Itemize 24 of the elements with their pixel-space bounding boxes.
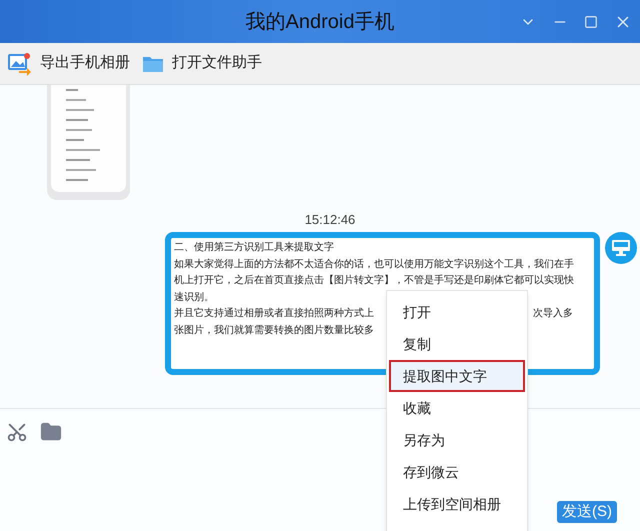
- message-text-line: 二、使用第三方识别工具来提取文字: [174, 240, 334, 255]
- menu-item[interactable]: 打开: [391, 296, 523, 328]
- menu-item[interactable]: 另存为: [391, 424, 523, 456]
- timestamp: 15:12:46: [304, 211, 356, 229]
- message-text-line: 次导入多: [533, 306, 574, 321]
- scissors-icon[interactable]: [6, 421, 28, 443]
- message-text-line: 并且它支持通过相册或者直接拍照两种方式上: [174, 306, 374, 321]
- window-title: 我的Android手机: [246, 10, 394, 34]
- menu-item[interactable]: 上传到空间相册: [391, 488, 523, 520]
- message-text-line: 张图片，我们就算需要转换的图片数量比较多: [174, 324, 374, 338]
- menu-item[interactable]: 提取图中文字: [389, 360, 525, 392]
- folder-icon[interactable]: [40, 421, 62, 443]
- menu-item[interactable]: 存到微云: [391, 456, 523, 488]
- monitor-icon: [612, 240, 630, 256]
- message-text-line: 机上打开它，之后在首页直接点击【图片转文字】，不管是手写还是印刷体它都可以实现快: [174, 274, 574, 288]
- photo-export-icon: [8, 52, 32, 76]
- toolbar-button[interactable]: 打开文件助手: [142, 52, 262, 75]
- maximize-icon[interactable]: [584, 14, 598, 28]
- message-text-line: 如果大家觉得上面的方法都不太适合你的话，也可以使用万能文字识别这个工具，我们在手: [174, 258, 574, 272]
- toolbar-button[interactable]: 导出手机相册: [8, 52, 130, 76]
- menu-item[interactable]: 复制: [391, 328, 523, 360]
- folder-icon: [142, 54, 164, 72]
- message-text-line: 速识别。: [174, 290, 214, 304]
- send-button[interactable]: 发送(S): [557, 501, 617, 523]
